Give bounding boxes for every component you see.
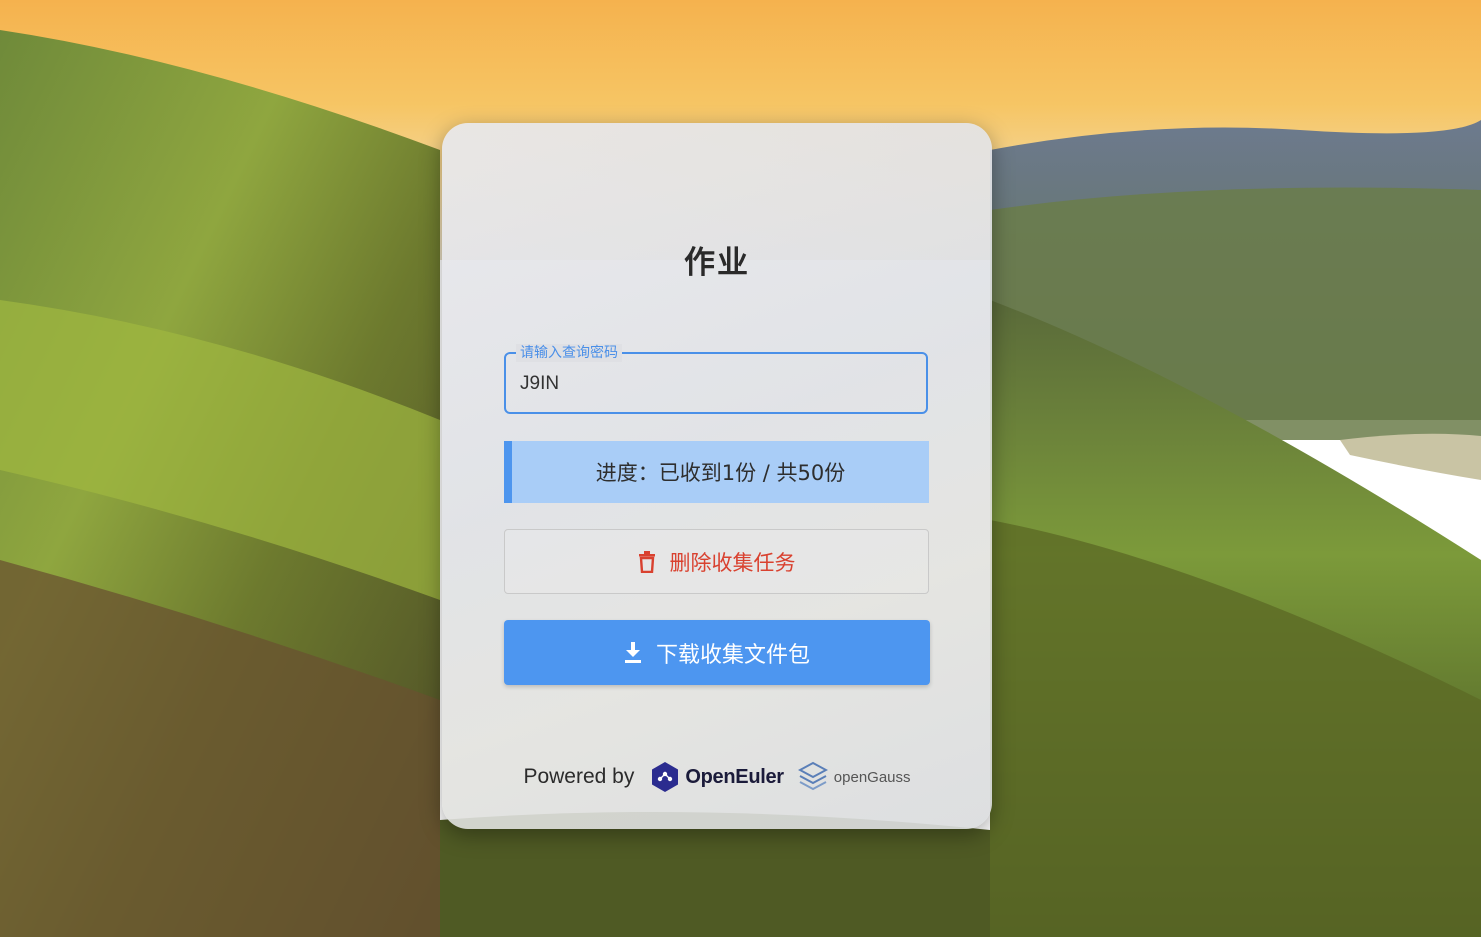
opengauss-logo: openGauss <box>797 761 911 793</box>
password-field-label: 请输入查询密码 <box>516 344 622 362</box>
openeuler-logo-text: OpenEuler <box>685 765 784 788</box>
download-icon <box>624 641 642 664</box>
openeuler-icon <box>652 762 679 792</box>
openeuler-logo: OpenEuler <box>650 761 797 793</box>
progress-banner: 进度：已收到1份 / 共50份 <box>504 441 929 503</box>
opengauss-icon <box>797 761 828 791</box>
opengauss-logo-text: openGauss <box>833 768 911 786</box>
delete-task-label: 删除收集任务 <box>669 550 796 575</box>
password-input[interactable] <box>520 370 910 398</box>
download-package-label: 下载收集文件包 <box>655 642 810 668</box>
delete-task-button[interactable]: 删除收集任务 <box>504 529 929 594</box>
trash-icon <box>638 550 656 573</box>
collection-card: 作业 请输入查询密码 进度：已收到1份 / 共50份 删除收集任务 下载收集文件… <box>442 123 992 829</box>
powered-by-footer: Powered by OpenEuler openGauss <box>442 757 992 797</box>
progress-text: 进度：已收到1份 / 共50份 <box>595 461 846 485</box>
password-field[interactable]: 请输入查询密码 <box>504 344 928 414</box>
page-title: 作业 <box>684 245 750 281</box>
powered-by-text: Powered by <box>523 765 635 788</box>
download-package-button[interactable]: 下载收集文件包 <box>504 620 930 685</box>
